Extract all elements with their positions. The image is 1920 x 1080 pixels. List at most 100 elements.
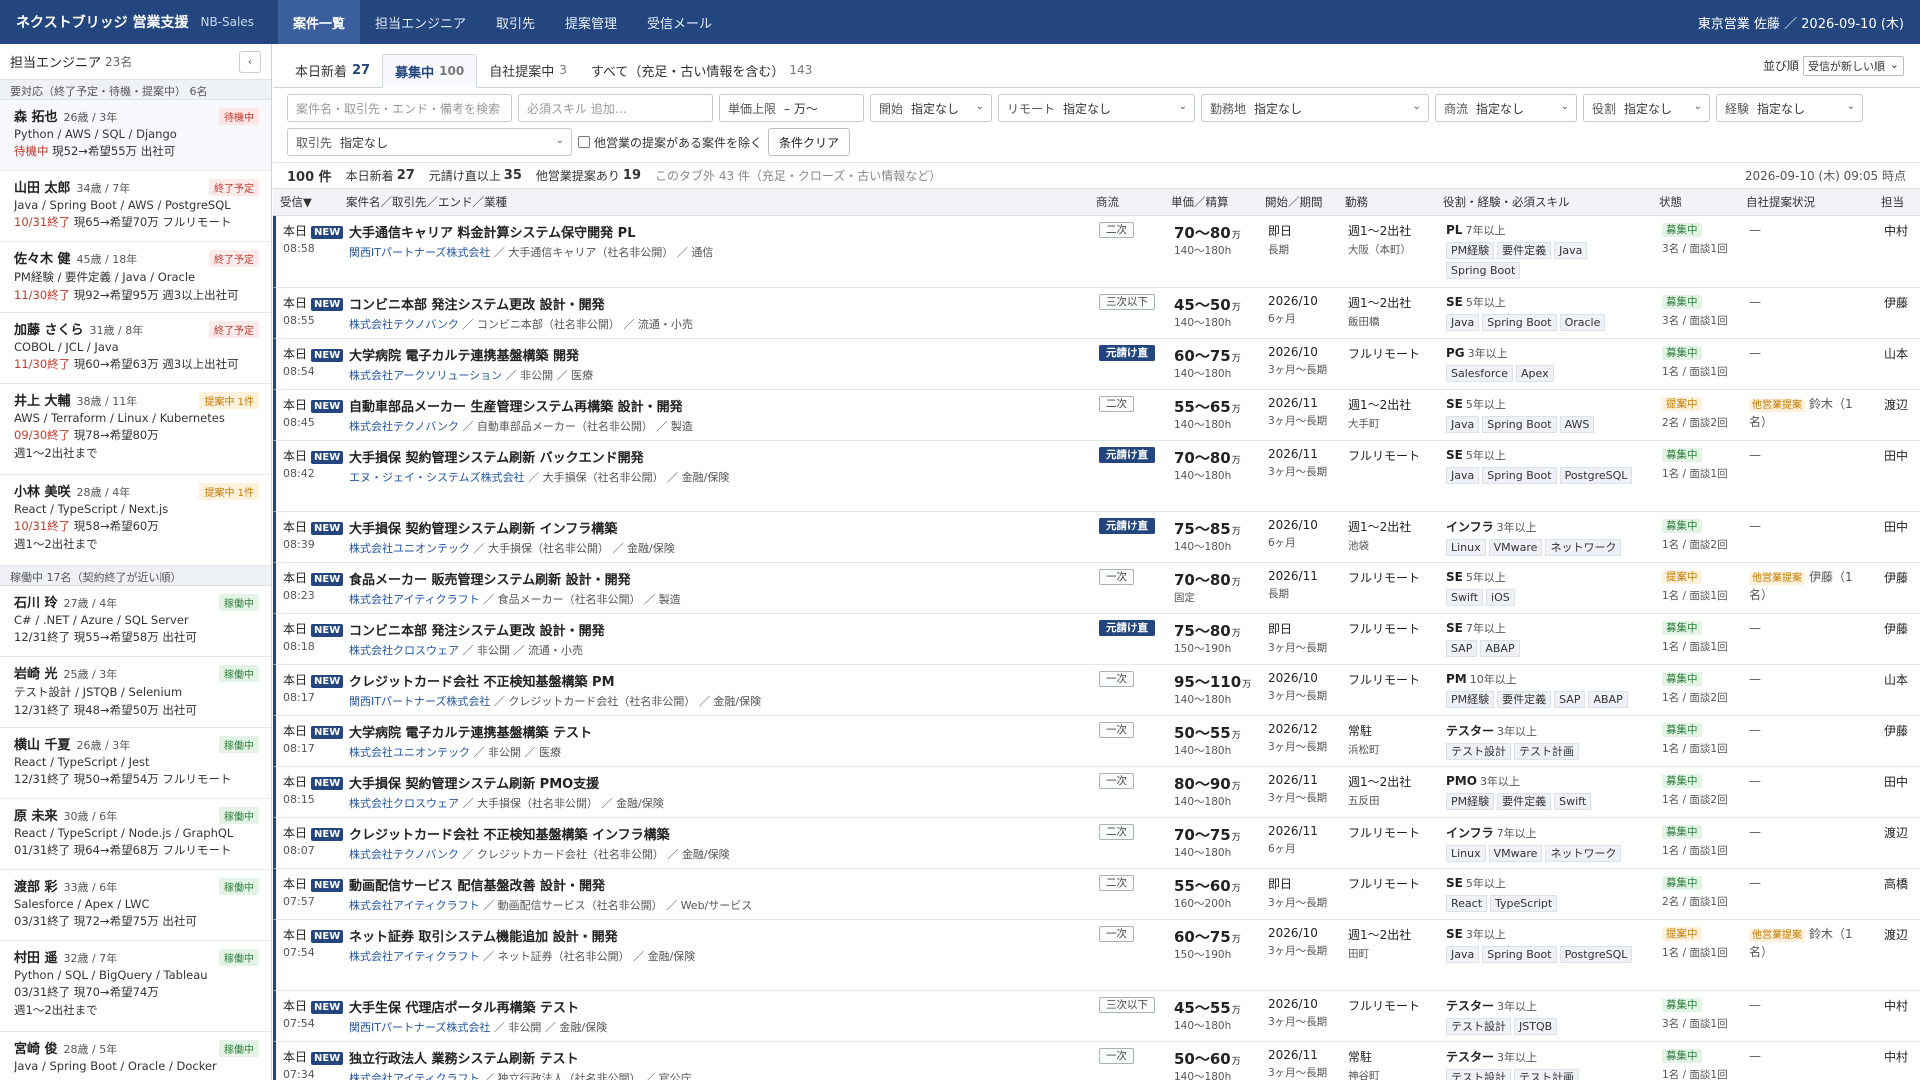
client-link[interactable]: 関西ITパートナーズ株式会社	[349, 695, 490, 708]
client-link[interactable]: 株式会社ユニオンテック	[349, 746, 470, 759]
remote-select[interactable]: リモート 指定なし ⌄	[998, 94, 1195, 122]
project-title[interactable]: 大手損保 契約管理システム刷新 バックエンド開発	[349, 447, 1079, 466]
table-row[interactable]: 本日 NEW 07:54 ネット証券 取引システム機能追加 設計・開発 株式会社アイティ…	[273, 920, 1920, 991]
table-row[interactable]: 本日 NEW 08:18 コンビニ本部 発注システム更改 設計・開発 株式会社クロスウェ…	[273, 614, 1920, 665]
role-cell: PMO 3年以上 PM経験 要件定義 Swift	[1446, 773, 1661, 812]
table-row[interactable]: 本日 NEW 07:54 大手生保 代理店ポータル再構築 テスト 関西ITパートナーズ株…	[273, 991, 1920, 1042]
start-date: 2026/10	[1268, 518, 1318, 532]
nav-clients[interactable]: 取引先	[481, 0, 550, 44]
project-title[interactable]: 大手損保 契約管理システム刷新 PMO支援	[349, 773, 1079, 792]
engineer-item[interactable]: 宮崎 俊 28歳 / 5年 稼働中 Java / Spring Boot / Orac…	[0, 1032, 271, 1080]
engineer-item[interactable]: 石川 玲 27歳 / 4年 稼働中 C# / .NET / Azure / SQL S…	[0, 586, 271, 657]
client-link[interactable]: 株式会社アークソリューション	[349, 369, 502, 382]
collapse-sidebar-button[interactable]: ‹	[239, 50, 261, 73]
engineer-item[interactable]: 原 未来 30歳 / 6年 稼働中 React / TypeScript / Node…	[0, 799, 271, 870]
table-row[interactable]: 本日 NEW 07:34 独立行政法人 業務システム刷新 テスト 株式会社アイティクラフ…	[273, 1042, 1920, 1080]
price-limit-input[interactable]: 単価上限 – 万〜	[719, 94, 864, 122]
skill-input[interactable]: 必須スキル 追加…	[518, 94, 713, 122]
client-link[interactable]: 株式会社テクノバンク	[349, 318, 459, 331]
project-title[interactable]: コンビニ本部 発注システム更改 設計・開発	[349, 620, 1079, 639]
tab-recruiting[interactable]: 募集中 100	[382, 54, 478, 88]
table-row[interactable]: 本日 NEW 08:45 自動車部品メーカー 生産管理システム再構築 設計・開発 株式会…	[273, 390, 1920, 441]
price-cell: 75〜85万 140〜180h	[1174, 518, 1241, 554]
engineer-item[interactable]: 岩崎 光 25歳 / 3年 稼働中 テスト設計 / JSTQB / Selenium 1…	[0, 657, 271, 728]
received-cell: 本日 NEW 08:42	[283, 447, 344, 480]
nav-proposals[interactable]: 提案管理	[550, 0, 632, 44]
client-link[interactable]: 関西ITパートナーズ株式会社	[349, 1021, 490, 1034]
tab-today-new[interactable]: 本日新着 27	[283, 53, 382, 87]
nav-projects[interactable]: 案件一覧	[277, 0, 360, 44]
client-link[interactable]: 関西ITパートナーズ株式会社	[349, 246, 490, 259]
table-row[interactable]: 本日 NEW 08:55 コンビニ本部 発注システム更改 設計・開発 株式会社テクノバン…	[273, 288, 1920, 339]
exclude-other-checkbox[interactable]: 他営業の提案がある案件を除く	[578, 128, 762, 156]
col-received[interactable]: 受信▼	[280, 194, 312, 210]
price-value: 55〜60	[1174, 877, 1231, 895]
summary-new-label: 本日新着	[345, 169, 394, 183]
project-title[interactable]: 動画配信サービス 配信基盤改善 設計・開発	[349, 875, 1079, 894]
client-link[interactable]: 株式会社ユニオンテック	[349, 542, 470, 555]
client-link[interactable]: 株式会社アイティクラフト	[349, 950, 480, 963]
project-title[interactable]: コンビニ本部 発注システム更改 設計・開発	[349, 294, 1079, 313]
client-link[interactable]: 株式会社アイティクラフト	[349, 899, 480, 912]
nav-engineers[interactable]: 担当エンジニア	[360, 0, 481, 44]
project-title[interactable]: ネット証券 取引システム機能追加 設計・開発	[349, 926, 1079, 945]
engineer-item[interactable]: 小林 美咲 28歳 / 4年 提案中 1件 React / TypeScript / …	[0, 475, 271, 566]
project-title[interactable]: 大手損保 契約管理システム刷新 インフラ構築	[349, 518, 1079, 537]
engineer-item[interactable]: 山田 太郎 34歳 / 7年 終了予定 Java / Spring Boot / AW…	[0, 171, 271, 242]
project-title[interactable]: 大手通信キャリア 料金計算システム保守開発 PL	[349, 222, 1079, 241]
engineer-item[interactable]: 佐々木 健 45歳 / 18年 終了予定 PM経験 / 要件定義 / Java / O…	[0, 242, 271, 313]
tab-own-proposals[interactable]: 自社提案中 3	[477, 53, 579, 87]
project-title[interactable]: 独立行政法人 業務システム刷新 テスト	[349, 1048, 1079, 1067]
engineer-item[interactable]: 井上 大輔 38歳 / 11年 提案中 1件 AWS / Terraform / Li…	[0, 384, 271, 475]
client-link[interactable]: エヌ・ジェイ・システムズ株式会社	[349, 471, 525, 484]
start-cell: 即日 長期	[1268, 222, 1292, 257]
client-link[interactable]: 株式会社アイティクラフト	[349, 1072, 480, 1080]
project-title[interactable]: 大学病院 電子カルテ連携基盤構築 テスト	[349, 722, 1079, 741]
client-link[interactable]: 株式会社クロスウェア	[349, 797, 459, 810]
client-link[interactable]: 株式会社クロスウェア	[349, 644, 459, 657]
table-row[interactable]: 本日 NEW 08:39 大手損保 契約管理システム刷新 インフラ構築 株式会社ユニオン…	[273, 512, 1920, 563]
project-title[interactable]: 自動車部品メーカー 生産管理システム再構築 設計・開発	[349, 396, 1079, 415]
table-row[interactable]: 本日 NEW 08:17 大学病院 電子カルテ連携基盤構築 テスト 株式会社ユニオンテッ…	[273, 716, 1920, 767]
work-style: 常駐	[1348, 1050, 1373, 1064]
nav-mail[interactable]: 受信メール	[632, 0, 727, 44]
table-row[interactable]: 本日 NEW 07:57 動画配信サービス 配信基盤改善 設計・開発 株式会社アイティク…	[273, 869, 1920, 920]
client-select[interactable]: 取引先 指定なし ⌄	[287, 128, 572, 156]
client-link[interactable]: 株式会社テクノバンク	[349, 848, 459, 861]
table-row[interactable]: 本日 NEW 08:15 大手損保 契約管理システム刷新 PMO支援 株式会社クロスウェ…	[273, 767, 1920, 818]
project-title[interactable]: 大学病院 電子カルテ連携基盤構築 開発	[349, 345, 1079, 364]
sort-select[interactable]: 受信が新しい順 ⌄	[1803, 55, 1904, 76]
engineer-item[interactable]: 村田 遥 32歳 / 7年 稼働中 Python / SQL / BigQuery /…	[0, 941, 271, 1032]
table-row[interactable]: 本日 NEW 08:07 クレジットカード会社 不正検知基盤構築 インフラ構築 株式会社…	[273, 818, 1920, 869]
project-title[interactable]: クレジットカード会社 不正検知基盤構築 インフラ構築	[349, 824, 1079, 843]
table-row[interactable]: 本日 NEW 08:23 食品メーカー 販売管理システム刷新 設計・開発 株式会社アイテ…	[273, 563, 1920, 614]
flow-cell: 一次	[1099, 671, 1134, 687]
engineer-item[interactable]: 横山 千夏 26歳 / 3年 稼働中 React / TypeScript / Jes…	[0, 728, 271, 799]
received-day: 本日 NEW	[283, 294, 344, 311]
table-row[interactable]: 本日 NEW 08:42 大手損保 契約管理システム刷新 バックエンド開発エヌ・ジェイ…	[273, 441, 1920, 512]
skill-tags: テスト設計 テスト計画	[1446, 742, 1661, 762]
engineer-item[interactable]: 加藤 さくら 31歳 / 8年 終了予定 COBOL / JCL / Java 11/3…	[0, 313, 271, 384]
client-link[interactable]: 株式会社アイティクラフト	[349, 593, 480, 606]
checkbox-box[interactable]	[578, 136, 590, 148]
received-day-label: 本日	[283, 398, 308, 412]
table-row[interactable]: 本日 NEW 08:54 大学病院 電子カルテ連携基盤構築 開発 株式会社アークソリュー…	[273, 339, 1920, 390]
table-row[interactable]: 本日 NEW 08:58 大手通信キャリア 料金計算システム保守開発 PL 関西ITパー…	[273, 216, 1920, 288]
clear-filters-button[interactable]: 条件クリア	[768, 128, 851, 156]
project-title[interactable]: クレジットカード会社 不正検知基盤構築 PM	[349, 671, 1079, 690]
price-label: 単価上限	[728, 101, 777, 116]
engineer-item[interactable]: 森 拓也 26歳 / 3年 待機中 Python / AWS / SQL / Djan…	[0, 100, 271, 171]
tab-all[interactable]: すべて（充足・古い情報を含む） 143	[579, 53, 824, 87]
role-line: テスター 3年以上	[1446, 722, 1661, 739]
engineer-item[interactable]: 渡部 彩 33歳 / 6年 稼働中 Salesforce / Apex / LWC 03…	[0, 870, 271, 941]
client-link[interactable]: 株式会社テクノバンク	[349, 420, 459, 433]
keyword-input[interactable]: 案件名・取引先・エンド・備考を検索	[287, 94, 512, 122]
area-select[interactable]: 勤務地 指定なし ⌄	[1201, 94, 1429, 122]
project-title[interactable]: 食品メーカー 販売管理システム刷新 設計・開発	[349, 569, 1079, 588]
project-title[interactable]: 大手生保 代理店ポータル再構築 テスト	[349, 997, 1079, 1016]
exp-select[interactable]: 経験 指定なし ⌄	[1716, 94, 1863, 122]
role-select[interactable]: 役割 指定なし ⌄	[1583, 94, 1710, 122]
flow-select[interactable]: 商流 指定なし ⌄	[1435, 94, 1577, 122]
table-row[interactable]: 本日 NEW 08:17 クレジットカード会社 不正検知基盤構築 PM 関西ITパートナ…	[273, 665, 1920, 716]
start-select[interactable]: 開始 指定なし ⌄	[870, 94, 992, 122]
